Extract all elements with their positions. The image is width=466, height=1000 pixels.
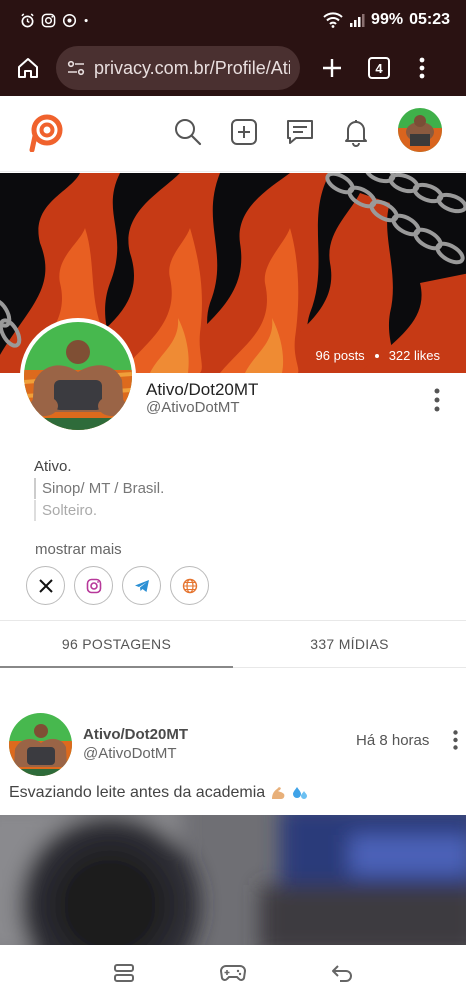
site-settings-icon[interactable] [66, 58, 86, 78]
tab-postagens[interactable]: 96 POSTAGENS [0, 621, 233, 668]
battery-text: 99% [371, 11, 404, 28]
post-timestamp: Há 8 horas [356, 732, 430, 749]
instagram-icon [41, 13, 56, 27]
profile-avatar[interactable] [20, 318, 136, 434]
signal-icon [350, 14, 365, 27]
instagram-link-button[interactable] [74, 566, 113, 605]
x-icon [38, 578, 53, 593]
game-launcher-button[interactable] [218, 958, 248, 988]
post-caption: Esvaziando leite antes da academia [9, 784, 309, 802]
posts-count: 96 posts [315, 348, 365, 363]
globe-icon [182, 578, 197, 593]
separator-dot [374, 353, 379, 358]
more-vert-icon [419, 57, 425, 79]
browser-toolbar: privacy.com.br/Profile/AtivoDotMT 4 [0, 40, 466, 96]
site-header [0, 96, 466, 172]
more-vert-icon [434, 388, 440, 412]
post-author-avatar[interactable] [9, 713, 72, 776]
post-options-button[interactable] [448, 728, 462, 752]
notifications-button[interactable] [340, 116, 372, 148]
search-button[interactable] [172, 116, 204, 148]
new-tab-button[interactable] [314, 50, 350, 86]
gamepad-icon [219, 964, 246, 981]
tab-midias[interactable]: 337 MÍDIAS [233, 621, 466, 667]
bio-line: Ativo. [34, 458, 72, 475]
status-bar: 99% 05:23 [0, 0, 466, 40]
plus-icon [323, 59, 341, 77]
profile-tabs: 96 POSTAGENS 337 MÍDIAS [0, 620, 466, 668]
sweat-droplets-icon [293, 787, 308, 799]
alarm-icon [21, 12, 34, 27]
chat-bubble-icon [287, 120, 313, 144]
create-post-button[interactable] [228, 116, 260, 148]
url-text: privacy.com.br/Profile/AtivoDotMT [94, 57, 290, 78]
instagram-icon [86, 578, 101, 593]
home-icon [18, 58, 38, 78]
privacy-logo[interactable] [26, 112, 66, 157]
flexed-biceps-icon [272, 787, 285, 799]
post-caption-text: Esvaziando leite antes da academia [9, 784, 266, 801]
tab-switcher-button[interactable]: 4 [368, 57, 390, 79]
profile-bio: Ativo. Sinop/ MT / Brasil. Solteiro. [34, 456, 164, 521]
bio-line: Solteiro. [34, 500, 164, 521]
home-button[interactable] [10, 50, 46, 86]
messages-button[interactable] [284, 116, 316, 148]
post-media-blurred[interactable] [0, 815, 466, 945]
dot-icon [84, 18, 88, 22]
more-vert-icon [452, 730, 458, 750]
profile-handle: @AtivoDotMT [146, 399, 240, 416]
recent-apps-icon [114, 963, 135, 982]
system-navigation-bar [0, 945, 466, 1000]
recent-apps-button[interactable] [109, 958, 139, 988]
likes-count: 322 likes [388, 348, 440, 363]
address-bar[interactable]: privacy.com.br/Profile/AtivoDotMT [56, 46, 300, 90]
post-author-name[interactable]: Ativo/Dot20MT [83, 726, 188, 743]
website-link-button[interactable] [170, 566, 209, 605]
bio-line: Sinop/ MT / Brasil. [34, 478, 164, 499]
user-avatar[interactable] [398, 108, 442, 152]
wifi-icon [323, 12, 343, 28]
bell-icon [345, 120, 367, 147]
back-button[interactable] [327, 958, 357, 988]
telegram-link-button[interactable] [122, 566, 161, 605]
social-links [26, 566, 209, 605]
x-link-button[interactable] [26, 566, 65, 605]
profile-name: Ativo/Dot20MT [146, 380, 259, 399]
chat-icon [62, 13, 77, 27]
show-more-link[interactable]: mostrar mais [35, 541, 122, 558]
browser-menu-button[interactable] [412, 50, 432, 86]
back-arrow-icon [331, 964, 352, 982]
clock-text: 05:23 [409, 11, 450, 28]
post-author-handle: @AtivoDotMT [83, 745, 177, 762]
telegram-icon [134, 579, 149, 592]
profile-options-button[interactable] [428, 386, 446, 414]
search-icon [175, 119, 202, 146]
profile-stats: 96 posts 322 likes [316, 348, 440, 363]
add-square-icon [231, 119, 257, 145]
